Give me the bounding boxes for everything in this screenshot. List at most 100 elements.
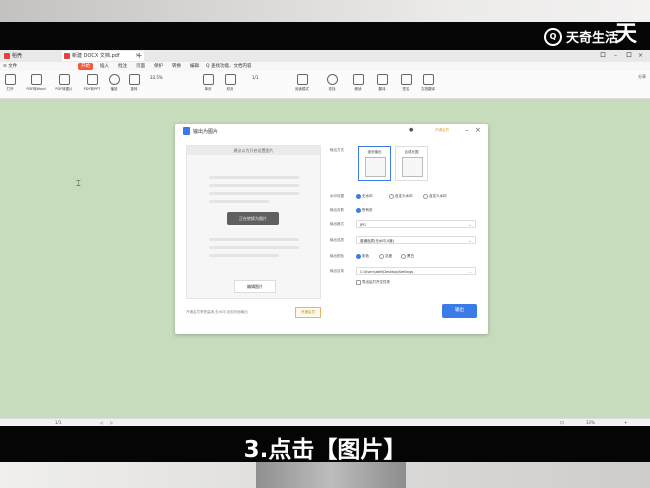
menu-protect[interactable]: 保护 [154, 62, 163, 71]
tool-pdf-to-image[interactable]: PDF转图片 [54, 74, 74, 92]
placeholder-line [209, 238, 299, 241]
converting-status: 正在转换为图片 [227, 212, 279, 225]
new-tab-icon[interactable]: + [136, 50, 143, 61]
format-label: 输出格式 [330, 222, 344, 226]
window-close-icon[interactable]: × [638, 50, 643, 62]
avatar-icon[interactable]: ● [409, 127, 413, 133]
tool-single-page[interactable]: 单页 [198, 74, 218, 92]
option-all-pages: 所有页 [362, 208, 373, 212]
page-icon [202, 74, 214, 85]
watermark-logo-icon: Q [544, 27, 562, 46]
tool-rotate[interactable]: 旋转 [124, 74, 144, 92]
placeholder-line [209, 200, 269, 203]
long-image-icon [402, 157, 423, 177]
read-mode-icon [296, 74, 308, 85]
radio-gray[interactable] [379, 254, 384, 259]
placeholder-line [209, 176, 299, 179]
caption-text: 3.点击【图片】 [243, 437, 407, 463]
menu-insert[interactable]: 插入 [100, 62, 109, 71]
option-custom-watermark-2: 自定义水印 [429, 194, 447, 198]
menu-start[interactable]: 开始 [78, 63, 93, 70]
watermark-text: 天奇生活 [566, 31, 619, 46]
menu-convert[interactable]: 转换 [172, 62, 181, 71]
tab-docer[interactable]: 稻壳 [2, 51, 60, 61]
ppt-icon [86, 74, 98, 85]
page-indicator[interactable]: 1/1 [252, 75, 258, 80]
translate-icon [376, 74, 388, 85]
tool-read-aloud[interactable]: 朗读 [348, 74, 368, 92]
menu-comment[interactable]: 批注 [118, 62, 127, 71]
placeholder-line [209, 184, 299, 187]
tool-sign[interactable]: 签名 [396, 74, 416, 92]
tab-document[interactable]: 新建 DOCX 文档.pdf × [62, 51, 144, 61]
chevron-down-icon: ⌄ [468, 238, 472, 243]
vip-link[interactable]: 开通会员 [435, 128, 449, 133]
tool-double-page[interactable]: 双页 [220, 74, 240, 92]
image-icon [58, 74, 70, 85]
window-minimize-icon[interactable]: – [614, 50, 617, 62]
double-page-icon [224, 74, 236, 85]
speaker-icon [352, 74, 364, 85]
edit-image-button[interactable]: 编辑图片 [234, 280, 276, 293]
share-button[interactable]: 分享 [638, 74, 646, 80]
export-button[interactable]: 输出 [442, 304, 477, 318]
tool-pdf-to-word[interactable]: PDF转Word [26, 74, 46, 92]
docer-icon [4, 53, 10, 59]
footer-vip-button[interactable]: 开通会员 [295, 307, 321, 318]
quality-select[interactable]: 普通品质(无水印,0度) ⌄ [356, 236, 476, 244]
wall-background-top [0, 0, 650, 22]
option-no-watermark: 无水印 [362, 194, 373, 198]
folder-icon [4, 74, 16, 85]
mode-long-image[interactable]: 合成长图 [395, 146, 428, 181]
ribbon-toolbar: 打开 PDF转Word PDF转图片 PDF转PPT 播放 旋转 33.5% 单… [0, 71, 650, 99]
radio-custom-watermark-2[interactable] [423, 194, 428, 199]
window-restore-icon[interactable]: 口 [600, 50, 606, 62]
dialog-minimize-icon[interactable]: – [465, 126, 469, 134]
watermark-label: 水印设置 [330, 194, 344, 198]
tab-label: 新建 DOCX 文档.pdf [72, 53, 120, 59]
word-icon [30, 74, 42, 85]
open-folder-checkbox[interactable] [356, 280, 361, 285]
color-label: 输出颜色 [330, 254, 344, 258]
option-bw: 黑白 [407, 254, 414, 258]
open-folder-label: 导出后打开文件夹 [362, 280, 390, 284]
tool-translate[interactable]: 翻译 [372, 74, 392, 92]
tool-pdf-to-ppt[interactable]: PDF转PPT [82, 74, 102, 92]
dialog-close-icon[interactable]: × [475, 126, 481, 134]
monitor-stand [256, 462, 406, 488]
dialog-title: 输出为图片 [193, 129, 219, 135]
mode-per-page[interactable]: 逐页输出 [358, 146, 391, 181]
dir-label: 输出目录 [330, 269, 344, 273]
monitor-screen: 稻壳 新建 DOCX 文档.pdf × + 口 – 口 × ≡ 文件 开始 插入… [0, 50, 650, 427]
output-dir-input[interactable]: C:\Users\dell\Desktop\Settings… [356, 267, 476, 275]
menu-page[interactable]: 页面 [136, 62, 145, 71]
option-gray: 灰度 [385, 254, 392, 258]
option-color: 彩色 [362, 254, 369, 258]
tool-doc-translate[interactable]: 文档翻译 [418, 74, 438, 92]
zoom-level[interactable]: 33.5% [150, 75, 163, 80]
tab-label: 稻壳 [12, 53, 23, 59]
mouse-cursor-icon: ⌶ [76, 179, 81, 188]
radio-bw[interactable] [401, 254, 406, 259]
quality-label: 输出品质 [330, 238, 344, 242]
menu-file[interactable]: ≡ 文件 [3, 62, 17, 71]
radio-all-pages[interactable] [356, 208, 361, 213]
radio-custom-watermark[interactable] [389, 194, 394, 199]
menu-edit[interactable]: 编辑 [190, 62, 199, 71]
mode-label: 输出方式 [330, 148, 344, 152]
search-function-input[interactable]: Q 查找功能、文档内容 [206, 62, 251, 71]
tool-play[interactable]: 播放 [104, 74, 124, 92]
tool-read-mode[interactable]: 阅读模式 [292, 74, 312, 92]
placeholder-line [209, 246, 299, 249]
preview-panel: 建议以为开启设置图片 正在转换为图片 编辑图片 [186, 145, 321, 299]
pages-label: 输出页数 [330, 208, 344, 212]
menu-bar: ≡ 文件 开始 插入 批注 页面 保护 转换 编辑 Q 查找功能、文档内容 [0, 62, 650, 71]
radio-color[interactable] [356, 254, 361, 259]
rotate-icon [128, 74, 140, 85]
format-select[interactable]: JPG ⌄ [356, 220, 476, 228]
tool-open[interactable]: 打开 [0, 74, 20, 92]
window-maximize-icon[interactable]: 口 [626, 50, 632, 62]
placeholder-line [209, 254, 279, 257]
radio-no-watermark[interactable] [356, 194, 361, 199]
tool-find[interactable]: 查找 [322, 74, 342, 92]
